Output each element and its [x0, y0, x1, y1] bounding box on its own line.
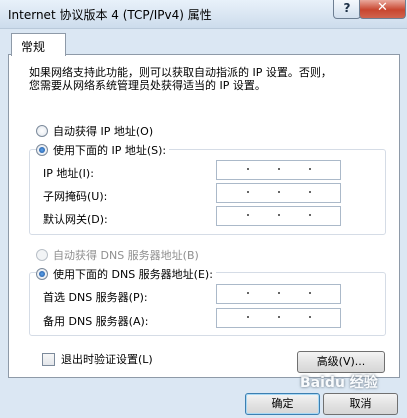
alternate-dns-label: 备用 DNS 服务器(A): [43, 315, 149, 328]
default-gateway-label: 默认网关(D): [43, 213, 108, 226]
baidu-watermark: Baidu 经验 [300, 375, 378, 391]
cancel-button[interactable]: 取消 [323, 393, 398, 415]
ip-auto-label: 自动获得 IP 地址(O) [53, 125, 154, 138]
description-line-2: 您需要从网络系统管理员处获得适当的 IP 设置。 [29, 79, 266, 92]
radio-indicator [36, 144, 48, 156]
radio-indicator [36, 125, 48, 137]
dns-manual-radio[interactable]: 使用下面的 DNS 服务器地址(E): [36, 266, 216, 282]
description-line-1: 如果网络支持此功能，则可以获取自动指派的 IP 设置。否则， [29, 66, 332, 79]
ip-manual-label: 使用下面的 IP 地址(S): [53, 144, 167, 157]
tab-general[interactable]: 常规 [11, 33, 66, 56]
subnet-mask-label: 子网掩码(U): [43, 190, 108, 203]
description: 如果网络支持此功能，则可以获取自动指派的 IP 设置。否则， 您需要从网络系统管… [29, 66, 369, 92]
dns-auto-label: 自动获得 DNS 服务器地址(B) [53, 249, 199, 262]
dns-auto-radio[interactable]: 自动获得 DNS 服务器地址(B) [36, 247, 199, 263]
preferred-dns-label: 首选 DNS 服务器(P): [43, 291, 148, 304]
help-button[interactable]: ? [333, 0, 361, 19]
window-title: Internet 协议版本 4 (TCP/IPv4) 属性 [8, 8, 212, 22]
title-bar: Internet 协议版本 4 (TCP/IPv4) 属性 ? ✕ [0, 0, 407, 29]
advanced-button[interactable]: 高级(V)... [297, 351, 385, 373]
dns-manual-label: 使用下面的 DNS 服务器地址(E): [53, 268, 213, 281]
subnet-mask-input[interactable] [216, 183, 341, 203]
ip-auto-radio[interactable]: 自动获得 IP 地址(O) [36, 123, 153, 139]
preferred-dns-input[interactable] [216, 284, 341, 304]
default-gateway-input[interactable] [216, 206, 341, 226]
tab-general-label: 常规 [21, 40, 46, 54]
radio-indicator [36, 249, 48, 261]
ip-address-input[interactable] [216, 160, 341, 180]
ip-address-label: IP 地址(I): [43, 167, 94, 180]
alternate-dns-input[interactable] [216, 308, 341, 328]
validate-on-exit-checkbox[interactable]: 退出时验证设置(L) [42, 351, 153, 367]
ok-button[interactable]: 确定 [245, 393, 320, 415]
radio-indicator [36, 268, 48, 280]
close-button[interactable]: ✕ [359, 0, 406, 19]
validate-on-exit-label: 退出时验证设置(L) [61, 353, 153, 366]
checkbox-indicator [42, 352, 55, 366]
ip-manual-radio[interactable]: 使用下面的 IP 地址(S): [36, 142, 170, 158]
